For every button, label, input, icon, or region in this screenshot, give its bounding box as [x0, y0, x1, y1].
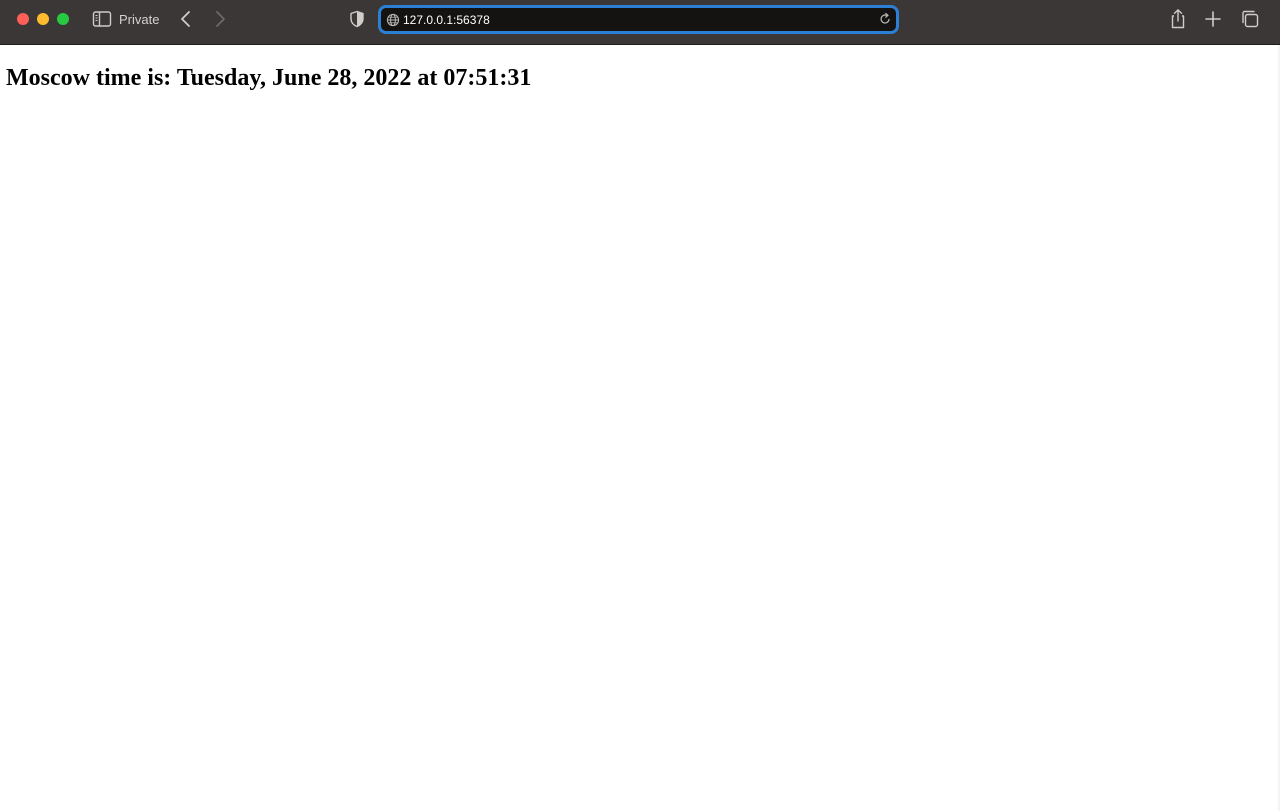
shield-icon[interactable]: [348, 10, 366, 28]
plus-icon[interactable]: [1204, 9, 1222, 29]
minimize-window-button[interactable]: [37, 13, 49, 25]
page-content: Moscow time is: Tuesday, June 28, 2022 a…: [0, 45, 1280, 811]
browser-toolbar: Private: [0, 0, 1280, 45]
share-icon[interactable]: [1168, 8, 1188, 30]
tabs-overview-icon[interactable]: [1240, 9, 1260, 29]
url-input[interactable]: [403, 11, 863, 29]
sidebar-icon[interactable]: [92, 10, 112, 28]
maximize-window-button[interactable]: [57, 13, 69, 25]
page-heading: Moscow time is: Tuesday, June 28, 2022 a…: [6, 65, 532, 91]
browser-window: Private 127.0.0.1:56378 Moscow time is: …: [0, 0, 1280, 811]
chevron-right-icon[interactable]: [212, 10, 228, 28]
chevron-left-icon[interactable]: [178, 10, 194, 28]
globe-icon: [386, 13, 400, 27]
close-window-button[interactable]: [17, 13, 29, 25]
private-browsing-label: Private: [119, 12, 160, 27]
address-bar[interactable]: [378, 5, 899, 34]
reload-icon[interactable]: [878, 12, 892, 26]
